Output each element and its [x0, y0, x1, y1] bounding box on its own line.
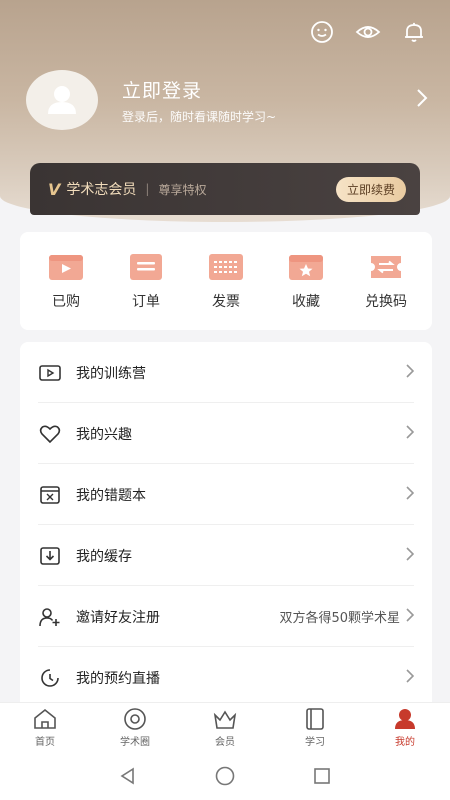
menu-label: 我的错题本 — [76, 487, 146, 504]
menu-label: 邀请好友注册 — [76, 609, 160, 626]
vip-membership-bar[interactable]: V 学术志会员 | 尊享特权 立即续费 — [30, 163, 420, 215]
invoice-icon — [209, 253, 243, 280]
purchased-icon — [49, 254, 83, 280]
menu-label: 我的训练营 — [76, 365, 146, 382]
menu-item-cache[interactable]: 我的缓存 — [20, 525, 432, 586]
quick-label: 订单 — [132, 293, 160, 310]
bottom-tab-bar: 首页 学术圈 会员 学习 我的 — [0, 702, 450, 752]
profile-icon — [395, 709, 415, 729]
vip-badge-icon: V — [48, 179, 61, 199]
quick-item-favorite[interactable]: 收藏 — [270, 252, 342, 311]
login-subtitle: 登录后，随时看课随时学习~ — [122, 110, 277, 124]
menu-item-invite[interactable]: 邀请好友注册 双方各得50颗学术星 — [20, 586, 432, 647]
home-circle-icon[interactable] — [214, 765, 236, 787]
menu-list: 我的训练营 我的兴趣 我的错题本 我的缓存 邀请好友注册 双方各得50颗学术星 — [20, 342, 432, 702]
login-title[interactable]: 立即登录 — [122, 76, 202, 103]
redeem-code-icon — [371, 255, 401, 278]
quick-item-redeem[interactable]: 兑换码 — [350, 252, 422, 311]
tab-label: 会员 — [215, 737, 235, 748]
menu-item-live-booking[interactable]: 我的预约直播 — [20, 647, 432, 702]
vip-privilege: 尊享特权 — [158, 182, 207, 197]
menu-label: 我的兴趣 — [76, 426, 132, 443]
crown-icon — [213, 710, 237, 729]
invite-reward-text: 双方各得50颗学术星 — [279, 611, 400, 626]
quick-label: 兑换码 — [365, 293, 407, 310]
favorite-icon — [289, 254, 323, 280]
home-icon — [34, 708, 56, 729]
menu-item-interest[interactable]: 我的兴趣 — [20, 403, 432, 464]
heart-icon — [38, 422, 62, 446]
chevron-right-icon — [406, 546, 415, 565]
system-navigation-bar — [0, 752, 450, 800]
bell-icon[interactable] — [400, 18, 428, 46]
chevron-right-icon — [406, 363, 415, 382]
tab-label: 首页 — [35, 737, 55, 748]
header-actions — [308, 18, 428, 46]
face-icon[interactable] — [308, 18, 336, 46]
menu-item-wrong-questions[interactable]: 我的错题本 — [20, 464, 432, 525]
back-icon[interactable] — [118, 766, 138, 786]
order-icon — [130, 253, 162, 280]
book-icon — [306, 708, 324, 730]
tab-study[interactable]: 学习 — [280, 707, 350, 748]
menu-label: 我的缓存 — [76, 548, 132, 565]
recents-icon[interactable] — [312, 766, 332, 786]
tab-label: 学习 — [305, 737, 325, 748]
quick-label: 收藏 — [292, 293, 320, 310]
vip-separator: | — [145, 182, 150, 196]
video-icon — [38, 361, 62, 385]
quick-actions: 已购 订单 发票 收藏 兑换码 — [20, 232, 432, 330]
wrongbook-icon — [38, 483, 62, 507]
chevron-right-icon — [406, 485, 415, 504]
menu-label: 我的预约直播 — [76, 670, 160, 687]
tab-label: 我的 — [395, 737, 415, 748]
chevron-right-icon[interactable] — [416, 88, 428, 112]
vip-name: 学术志会员 — [66, 182, 137, 198]
quick-item-invoice[interactable]: 发票 — [190, 252, 262, 311]
clock-icon — [38, 666, 62, 690]
avatar[interactable] — [26, 70, 98, 130]
tab-membership[interactable]: 会员 — [190, 707, 260, 748]
chevron-right-icon — [406, 607, 415, 626]
quick-label: 发票 — [212, 293, 240, 310]
renew-button[interactable]: 立即续费 — [335, 176, 406, 202]
add-user-icon — [38, 605, 62, 629]
chevron-right-icon — [406, 668, 415, 687]
download-icon — [38, 544, 62, 568]
tab-label: 学术圈 — [120, 737, 150, 748]
quick-label: 已购 — [52, 293, 80, 310]
circle-icon — [124, 708, 146, 730]
eye-icon[interactable] — [354, 18, 382, 46]
quick-item-order[interactable]: 订单 — [110, 252, 182, 311]
chevron-right-icon — [406, 424, 415, 443]
tab-mine[interactable]: 我的 — [370, 707, 440, 748]
quick-item-purchased[interactable]: 已购 — [30, 252, 102, 311]
avatar-placeholder-icon — [48, 86, 76, 114]
tab-home[interactable]: 首页 — [10, 707, 80, 748]
tab-academic-circle[interactable]: 学术圈 — [100, 707, 170, 748]
menu-item-training-camp[interactable]: 我的训练营 — [20, 342, 432, 403]
